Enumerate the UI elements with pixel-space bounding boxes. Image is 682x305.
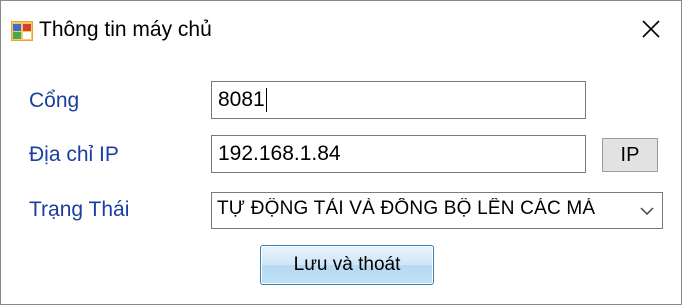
title-bar: Thông tin máy chủ	[1, 1, 681, 61]
close-icon	[642, 19, 660, 43]
port-field[interactable]: 8081	[211, 81, 586, 119]
chevron-down-icon	[638, 203, 656, 219]
ip-label: Địa chỉ IP	[29, 143, 119, 166]
dialog-body: Cổng 8081 Địa chỉ IP 192.168.1.84 IP Trạ…	[1, 61, 681, 304]
status-selected-value: TỰ ĐỘNG TẢI VÀ ĐỒNG BỘ LÊN CÁC MÁ	[217, 198, 596, 219]
server-info-dialog: Thông tin máy chủ Cổng 8081 Địa chỉ IP 1…	[0, 0, 682, 305]
close-button[interactable]	[631, 11, 671, 51]
status-label: Trạng Thái	[29, 198, 130, 221]
app-window-icon	[11, 21, 33, 41]
port-label: Cổng	[29, 89, 80, 112]
text-caret	[265, 88, 267, 113]
detect-ip-button[interactable]: IP	[602, 138, 658, 172]
save-and-exit-button[interactable]: Lưu và thoát	[260, 245, 434, 285]
window-title: Thông tin máy chủ	[39, 18, 212, 41]
port-value: 8081	[218, 88, 265, 111]
ip-address-field[interactable]: 192.168.1.84	[211, 135, 586, 173]
status-dropdown[interactable]: TỰ ĐỘNG TẢI VÀ ĐỒNG BỘ LÊN CÁC MÁ	[211, 192, 663, 229]
ip-address-value: 192.168.1.84	[218, 142, 341, 165]
